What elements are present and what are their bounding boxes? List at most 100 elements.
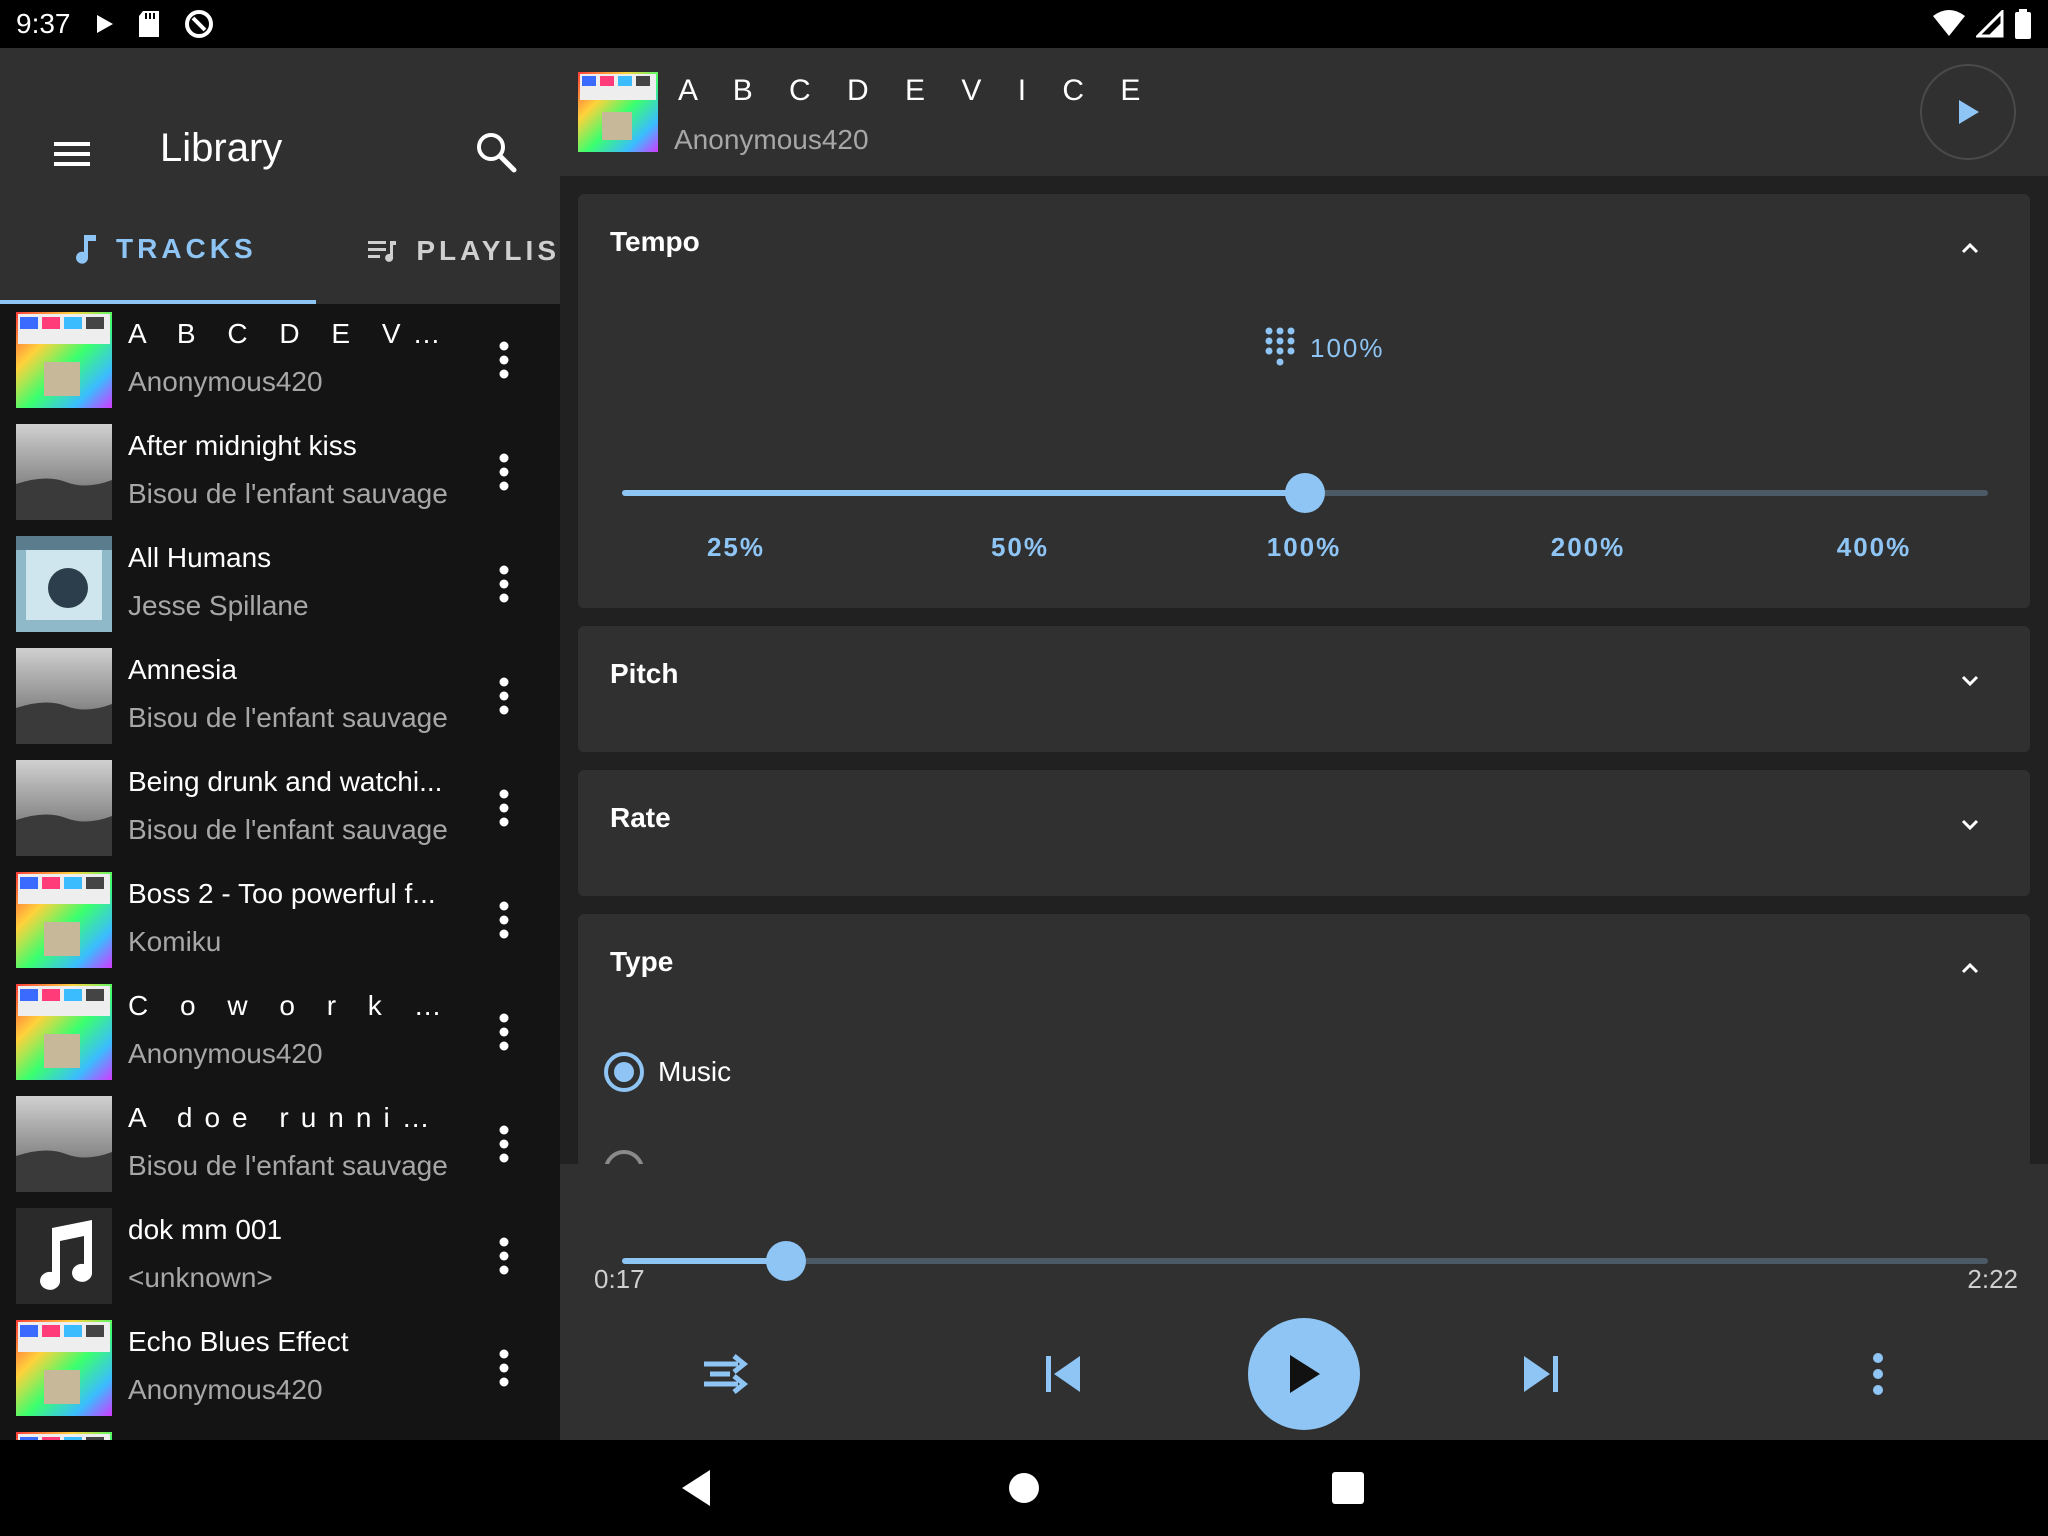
type-option-label: Music <box>658 1056 732 1087</box>
total-time: 2:22 <box>1967 1264 2018 1294</box>
chevron-down-icon[interactable] <box>1956 666 1984 694</box>
track-artist: Anonymous420 <box>128 366 323 397</box>
track-album-art <box>16 312 112 408</box>
now-playing-album-art <box>578 72 658 152</box>
tab-tracks[interactable]: TRACKS <box>0 198 317 304</box>
skip-previous-icon[interactable] <box>1042 1352 1084 1396</box>
track-title: Boss 2 - Too powerful f... <box>128 878 436 909</box>
skip-next-icon[interactable] <box>1520 1352 1562 1396</box>
track-row[interactable]: Echo Blues Effect Anonymous420 <box>0 1312 560 1424</box>
tab-label: TRACKS <box>116 233 257 264</box>
type-title[interactable]: Type <box>610 946 673 978</box>
track-album-art <box>16 648 112 744</box>
tempo-tick-label: 200% <box>1550 532 1626 562</box>
track-artist: Bisou de l'enfant sauvage <box>128 814 448 845</box>
track-row[interactable]: After midnight kiss Bisou de l'enfant sau… <box>0 416 560 528</box>
track-title: C o w o r k P a r t... <box>128 990 448 1021</box>
track-artist: Bisou de l'enfant sauvage <box>128 702 448 733</box>
now-playing-title: A B C D E V I C E <box>678 74 1155 107</box>
track-row[interactable]: Being drunk and watchi... Bisou de l'enfa… <box>0 752 560 864</box>
more-vert-icon[interactable] <box>490 450 518 494</box>
pitch-card[interactable]: Pitch <box>578 626 2030 752</box>
playlist-icon <box>368 241 397 262</box>
tempo-tick-label: 50% <box>990 532 1050 562</box>
track-artist: Bisou de l'enfant sauvage <box>128 478 448 509</box>
tempo-title[interactable]: Tempo <box>610 226 700 258</box>
tempo-card: Tempo 100% 25% 50% 100% 200% 400% <box>578 194 2030 608</box>
track-row[interactable]: C o w o r k P a r t... Anonymous420 <box>0 976 560 1088</box>
dialpad-icon <box>1265 327 1295 366</box>
play-pause-button[interactable] <box>1248 1318 1360 1430</box>
rate-card[interactable]: Rate <box>578 770 2030 896</box>
tab-playlists[interactable]: PLAYLIS <box>316 198 560 304</box>
track-row[interactable]: dok mm 001 <unknown> <box>0 1200 560 1312</box>
track-row[interactable]: Boss 2 - Too powerful f... Komiku <box>0 864 560 976</box>
type-option-music[interactable]: Music <box>604 1052 731 1092</box>
track-list: A B C D E V I C E Anonymous420 After midni… <box>0 304 560 1440</box>
tempo-tick-label: 100% <box>1266 532 1342 562</box>
more-vert-icon[interactable] <box>490 1346 518 1390</box>
track-row[interactable]: Ending <box>0 1424 560 1440</box>
track-row[interactable]: Amnesia Bisou de l'enfant sauvage <box>0 640 560 752</box>
seek-bar-thumb[interactable] <box>765 1241 806 1281</box>
header-play-button[interactable] <box>1920 64 2016 160</box>
back-icon[interactable] <box>674 1464 722 1512</box>
track-artist: Anonymous420 <box>128 1374 323 1405</box>
radio-selected[interactable] <box>604 1052 644 1092</box>
track-title: Being drunk and watchi... <box>128 766 443 797</box>
library-title: Library <box>160 126 283 170</box>
track-artist: <unknown> <box>128 1262 273 1293</box>
more-vert-icon[interactable] <box>490 674 518 718</box>
track-album-art <box>16 872 112 968</box>
music-note-icon <box>76 235 96 264</box>
track-album-art <box>16 1432 112 1440</box>
tempo-tick-label: 400% <box>1836 532 1912 562</box>
pitch-title: Pitch <box>610 658 679 689</box>
sd-card-icon <box>138 11 159 37</box>
seek-bar[interactable] <box>622 1241 1988 1281</box>
more-vert-icon[interactable] <box>490 1010 518 1054</box>
track-album-art <box>16 984 112 1080</box>
more-vert-icon[interactable] <box>490 338 518 382</box>
tempo-slider-thumb[interactable] <box>1285 473 1325 513</box>
status-time: 9:37 <box>16 8 71 39</box>
track-album-art <box>16 1096 112 1192</box>
tempo-value-display: 100% <box>1264 326 1385 370</box>
track-title: All Humans <box>128 542 272 573</box>
chevron-down-icon[interactable] <box>1956 810 1984 838</box>
overview-icon[interactable] <box>1324 1464 1372 1512</box>
track-artist: Anonymous420 <box>128 1038 323 1069</box>
more-vert-icon[interactable] <box>490 1122 518 1166</box>
more-vert-icon[interactable] <box>1870 1350 1886 1398</box>
more-vert-icon[interactable] <box>490 898 518 942</box>
play-icon <box>1290 1355 1320 1393</box>
track-artist: Bisou de l'enfant sauvage <box>128 1150 448 1181</box>
track-row[interactable]: All Humans Jesse Spillane <box>0 528 560 640</box>
track-row[interactable]: A B C D E V I C E Anonymous420 <box>0 304 560 416</box>
data-saver-icon <box>184 10 213 38</box>
track-album-art <box>16 1208 112 1304</box>
chevron-up-icon[interactable] <box>1956 234 1984 262</box>
cell-signal-icon <box>1976 10 2004 38</box>
more-vert-icon[interactable] <box>490 562 518 606</box>
chevron-up-icon[interactable] <box>1956 954 1984 982</box>
library-tabs: TRACKS PLAYLIS <box>0 198 560 304</box>
track-title: A B C D E V I C E <box>128 318 448 349</box>
menu-icon[interactable] <box>48 130 96 178</box>
search-icon[interactable] <box>470 126 522 178</box>
more-vert-icon[interactable] <box>490 786 518 830</box>
player-controls: 0:17 2:22 <box>560 1164 2048 1440</box>
shuffle-icon[interactable] <box>700 1350 756 1398</box>
track-artist: Jesse Spillane <box>128 590 309 621</box>
tempo-slider[interactable] <box>622 473 1988 513</box>
wifi-icon <box>1933 10 1965 36</box>
track-album-art <box>16 424 112 520</box>
play-icon <box>1959 100 1979 124</box>
status-bar: 9:37 <box>0 0 2048 48</box>
now-playing-header[interactable]: A B C D E V I C E Anonymous420 <box>560 48 2048 176</box>
home-icon[interactable] <box>1000 1464 1048 1512</box>
track-row[interactable]: A doe running on the be... Bisou de l'enf… <box>0 1088 560 1200</box>
track-artist: Komiku <box>128 926 222 957</box>
more-vert-icon[interactable] <box>490 1234 518 1278</box>
track-title: dok mm 001 <box>128 1214 283 1245</box>
